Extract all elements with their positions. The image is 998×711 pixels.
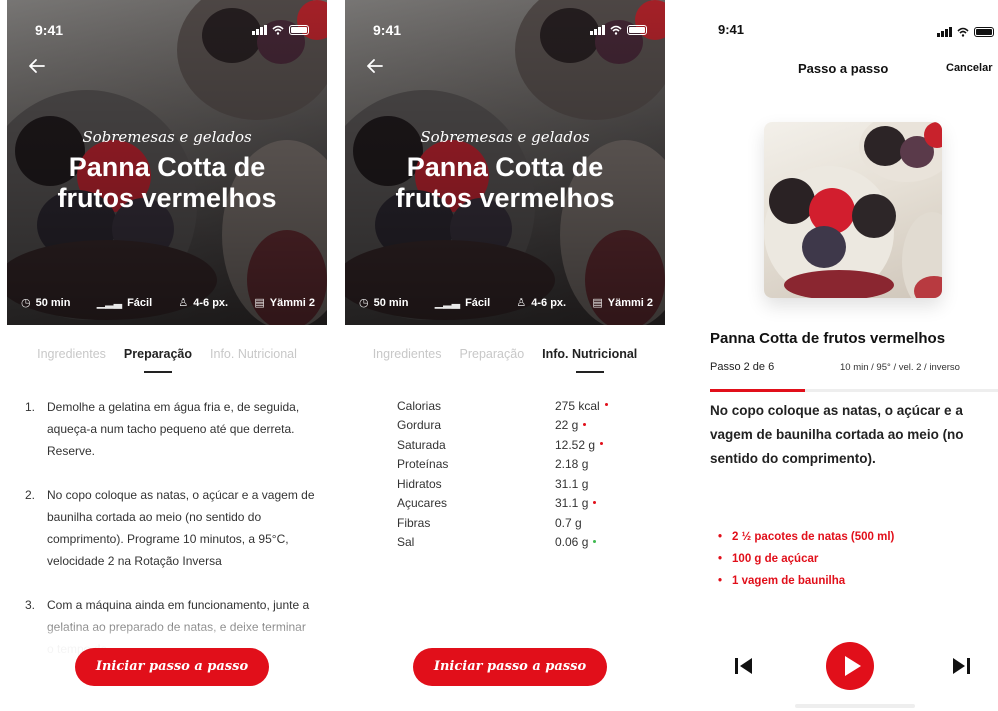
step-progress-bar — [710, 389, 998, 392]
meta-time: ◷ 50 min — [359, 297, 409, 309]
table-row: Açucares 31.1 g — [397, 494, 627, 514]
signal-icon — [937, 27, 952, 37]
status-bar: 9:41 — [718, 22, 994, 37]
table-row: Sal 0.06 g — [397, 533, 627, 553]
meta-difficulty: ▁▂▃ Fácil — [96, 297, 153, 309]
tab-nutrition[interactable]: Info. Nutricional — [210, 347, 297, 361]
meta-device: ▤ Yämmi 2 — [254, 297, 315, 309]
status-bar: 9:41 — [35, 22, 309, 38]
device-icon: ▤ — [592, 297, 603, 309]
status-dot — [604, 403, 608, 407]
status-dot — [593, 539, 597, 543]
wifi-icon — [957, 27, 969, 37]
list-item: 100 g de açúcar — [718, 548, 894, 570]
wifi-icon — [272, 25, 284, 35]
tab-preparation[interactable]: Preparação — [124, 347, 192, 373]
table-row: Gordura 22 g — [397, 416, 627, 436]
hero-image: 9:41 Sobremesas e gelados Panna Cotta de… — [7, 0, 327, 325]
status-time: 9:41 — [35, 22, 64, 38]
table-row: Hidratos 31.1 g — [397, 476, 589, 491]
tab-ingredients[interactable]: Ingredientes — [37, 347, 106, 361]
battery-icon — [627, 25, 647, 35]
step-counter: Passo 2 de 6 — [710, 361, 775, 373]
difficulty-icon: ▁▂▃ — [96, 297, 123, 309]
back-arrow-icon[interactable] — [27, 56, 47, 76]
step-ingredients: 2 ½ pacotes de natas (500 ml) 100 g de a… — [718, 526, 894, 592]
people-icon: ♙ — [178, 297, 189, 309]
back-arrow-icon[interactable] — [365, 56, 385, 76]
step-progress-fill — [710, 389, 806, 392]
status-dot — [600, 442, 604, 446]
recipe-category: Sobremesas e gelados — [82, 128, 252, 146]
status-time: 9:41 — [718, 22, 745, 37]
recipe-photo — [764, 122, 942, 298]
next-icon[interactable] — [950, 655, 972, 677]
nutrition-table: Calorias 275 kcal Gordura 22 g Saturada 12.… — [397, 396, 627, 552]
meta-time: ◷ 50 min — [21, 297, 71, 309]
tab-nutrition[interactable]: Info. Nutricional — [542, 347, 637, 373]
meta-device: ▤ Yämmi 2 — [592, 297, 653, 309]
device-icon: ▤ — [254, 297, 265, 309]
start-step-by-step-button[interactable]: Iniciar passo a passo — [75, 648, 269, 686]
play-button[interactable] — [826, 642, 874, 690]
table-row: Proteínas 2.18 g — [397, 457, 589, 472]
meta-portions: ♙ 4-6 px. — [178, 297, 229, 309]
battery-icon — [974, 27, 994, 37]
recipe-meta: ◷ 50 min ▁▂▃ Fácil ♙ 4-6 px. ▤ Yämmi 2 — [359, 296, 653, 309]
start-step-by-step-button[interactable]: Iniciar passo a passo — [413, 648, 607, 686]
wifi-icon — [610, 25, 622, 35]
table-row: Fibras 0.7 g — [397, 515, 582, 530]
tab-preparation[interactable]: Preparação — [460, 347, 525, 361]
signal-icon — [252, 25, 267, 35]
battery-icon — [289, 25, 309, 35]
meta-difficulty: ▁▂▃ Fácil — [434, 297, 491, 309]
list-item: 1 vagem de baunilha — [718, 570, 894, 592]
table-row: Calorias 275 kcal — [397, 396, 627, 416]
recipe-title: Panna Cotta de frutos vermelhos — [57, 152, 277, 213]
recipe-category: Sobremesas e gelados — [420, 128, 590, 146]
recipe-title: Panna Cotta de frutos vermelhos — [395, 152, 615, 213]
step-by-step-screen: 9:41 Passo a passo Cancelar Panna Cotta … — [700, 0, 998, 711]
cancel-button[interactable]: Cancelar — [946, 62, 992, 74]
hero-image: 9:41 Sobremesas e gelados Panna Cotta de… — [345, 0, 665, 325]
people-icon: ♙ — [516, 297, 527, 309]
table-row: Saturada 12.52 g — [397, 435, 627, 455]
recipe-tabs: Ingredientes Preparação Info. Nutriciona… — [7, 347, 327, 373]
page-title: Passo a passo — [798, 61, 889, 76]
home-indicator — [795, 704, 915, 708]
previous-icon[interactable] — [733, 655, 755, 677]
signal-icon — [590, 25, 605, 35]
status-dot — [593, 500, 597, 504]
difficulty-icon: ▁▂▃ — [434, 297, 461, 309]
recipe-screen-preparation: 9:41 Sobremesas e gelados Panna Cotta de… — [7, 0, 327, 711]
recipe-meta: ◷ 50 min ▁▂▃ Fácil ♙ 4-6 px. ▤ Yämmi 2 — [21, 296, 315, 309]
status-dot — [583, 422, 587, 426]
step-instruction: No copo coloque as natas, o açúcar e a v… — [710, 403, 964, 466]
clock-icon: ◷ — [21, 297, 31, 309]
recipe-title: Panna Cotta de frutos vermelhos — [710, 330, 946, 347]
meta-portions: ♙ 4-6 px. — [516, 297, 567, 309]
list-item: 1. Demolhe a gelatina em água fria e, de … — [25, 400, 300, 458]
recipe-screen-nutrition: 9:41 Sobremesas e gelados Panna Cotta de… — [345, 0, 665, 711]
step-settings: 10 min / 95° / vel. 2 / inverso — [840, 362, 960, 373]
list-item: 2 ½ pacotes de natas (500 ml) — [718, 526, 894, 548]
clock-icon: ◷ — [359, 297, 369, 309]
status-bar: 9:41 — [373, 22, 647, 38]
recipe-tabs: Ingredientes Preparação Info. Nutriciona… — [345, 347, 665, 373]
play-icon — [845, 656, 861, 676]
status-time: 9:41 — [373, 22, 402, 38]
tab-ingredients[interactable]: Ingredientes — [373, 347, 442, 361]
list-item: 2. No copo coloque as natas, o açúcar e a… — [25, 488, 315, 568]
